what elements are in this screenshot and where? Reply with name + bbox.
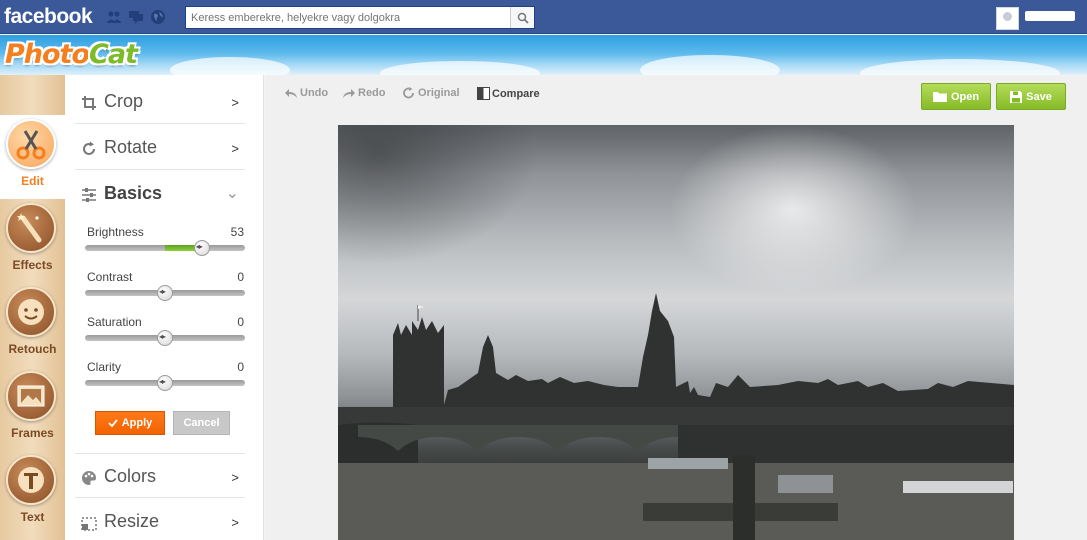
tool-rotate[interactable]: Rotate > <box>75 125 245 170</box>
search-button[interactable] <box>510 7 534 28</box>
tool-colors[interactable]: Colors > <box>75 453 245 498</box>
facebook-search-input[interactable] <box>186 7 510 28</box>
slider-label: Brightness <box>87 225 144 239</box>
tool-resize-label: Resize <box>104 511 160 531</box>
rail-item-edit[interactable]: Edit <box>0 115 65 199</box>
redo-icon <box>343 89 355 98</box>
compare-icon <box>477 87 490 100</box>
chevron-right-icon: > <box>231 515 239 530</box>
slider-handle[interactable] <box>157 330 173 346</box>
profile-avatar[interactable] <box>996 7 1019 30</box>
messages-icon[interactable] <box>128 9 144 25</box>
tool-rotate-label: Rotate <box>104 137 158 157</box>
undo-icon <box>285 89 297 98</box>
edit-tools-panel: Crop > Rotate > Basics ⌄ Brightness 53 C… <box>65 75 264 540</box>
clarity-slider[interactable]: Clarity 0 <box>85 360 245 400</box>
original-label: Original <box>418 87 460 99</box>
logo-text-photo: Photo <box>5 39 90 70</box>
profile-name-redacted[interactable] <box>1025 11 1075 21</box>
rail-item-text[interactable]: Text <box>0 451 65 535</box>
apply-button[interactable]: Apply <box>95 411 165 435</box>
open-button[interactable]: Open <box>921 83 991 110</box>
facebook-search-box <box>185 6 535 29</box>
brightness-slider[interactable]: Brightness 53 <box>85 225 245 265</box>
chevron-right-icon: > <box>231 95 239 110</box>
slider-handle[interactable] <box>157 285 173 301</box>
reset-icon <box>403 87 414 99</box>
saturation-slider[interactable]: Saturation 0 <box>85 315 245 355</box>
search-icon <box>517 12 529 24</box>
photo-canvas[interactable] <box>338 125 1014 540</box>
tool-basics[interactable]: Basics ⌄ <box>75 171 245 216</box>
crop-icon <box>82 96 96 110</box>
notifications-globe-icon[interactable] <box>150 9 166 25</box>
frame-icon <box>17 385 45 407</box>
facebook-logo[interactable]: facebook <box>4 5 93 29</box>
rail-item-frames[interactable]: Frames <box>0 367 65 451</box>
friend-requests-icon[interactable] <box>106 9 122 25</box>
checkmark-icon <box>108 419 118 428</box>
chevron-down-icon: ⌄ <box>225 185 239 202</box>
slider-label: Saturation <box>87 315 142 329</box>
redo-label: Redo <box>358 87 386 99</box>
resize-icon <box>81 517 97 531</box>
editor-canvas: Undo Redo Original Compare Open Save <box>265 75 1087 540</box>
app-header: PhotoCat <box>0 35 1087 75</box>
save-label: Save <box>1026 90 1052 103</box>
rail-label-retouch: Retouch <box>8 342 57 356</box>
magic-wand-icon <box>17 213 42 243</box>
tool-crop-label: Crop <box>104 91 144 111</box>
slider-label: Clarity <box>87 360 122 374</box>
rail-label-text: Text <box>20 510 45 524</box>
slider-handle[interactable] <box>193 240 210 256</box>
rail-item-retouch[interactable]: Retouch <box>0 283 65 367</box>
rail-item-effects[interactable]: Effects <box>0 199 65 283</box>
chevron-right-icon: > <box>231 141 239 156</box>
london-skyline-photo <box>338 293 1014 540</box>
photocat-logo[interactable]: PhotoCat <box>5 39 138 70</box>
tool-resize[interactable]: Resize > <box>75 499 245 540</box>
redo-button[interactable]: Redo <box>342 87 386 99</box>
save-button[interactable]: Save <box>996 83 1066 110</box>
text-icon <box>18 467 44 493</box>
cancel-label: Cancel <box>183 417 220 429</box>
rotate-icon <box>83 141 95 155</box>
face-icon <box>18 299 44 325</box>
compare-button[interactable]: Compare <box>477 87 540 100</box>
apply-label: Apply <box>121 417 153 429</box>
sliders-icon <box>82 188 96 202</box>
cancel-button[interactable]: Cancel <box>173 411 230 435</box>
slider-value: 0 <box>237 270 244 284</box>
facebook-top-bar: facebook <box>0 0 1087 34</box>
undo-label: Undo <box>300 87 329 99</box>
open-label: Open <box>950 90 980 103</box>
rail-label-frames: Frames <box>11 426 54 440</box>
slider-value: 53 <box>230 225 244 239</box>
tool-basics-label: Basics <box>104 183 163 203</box>
tool-crop[interactable]: Crop > <box>75 79 245 124</box>
logo-text-cat: Cat <box>89 39 138 70</box>
contrast-slider[interactable]: Contrast 0 <box>85 270 245 310</box>
floppy-disk-icon <box>1010 90 1023 103</box>
folder-icon <box>932 92 947 102</box>
undo-button[interactable]: Undo <box>284 87 328 99</box>
palette-icon <box>82 471 96 485</box>
rail-label-effects: Effects <box>12 258 53 272</box>
tool-colors-label: Colors <box>104 466 157 486</box>
facebook-notification-icons <box>106 9 166 25</box>
chevron-right-icon: > <box>231 470 239 485</box>
original-button[interactable]: Original <box>402 87 460 99</box>
tool-category-rail: Edit Effects Retouch Frames Text <box>0 75 65 540</box>
slider-label: Contrast <box>87 270 133 284</box>
slider-value: 0 <box>237 360 244 374</box>
compare-label: Compare <box>492 87 540 100</box>
slider-value: 0 <box>237 315 244 329</box>
scissors-icon <box>16 130 46 160</box>
rail-label-edit: Edit <box>21 174 44 188</box>
slider-handle[interactable] <box>157 375 173 391</box>
